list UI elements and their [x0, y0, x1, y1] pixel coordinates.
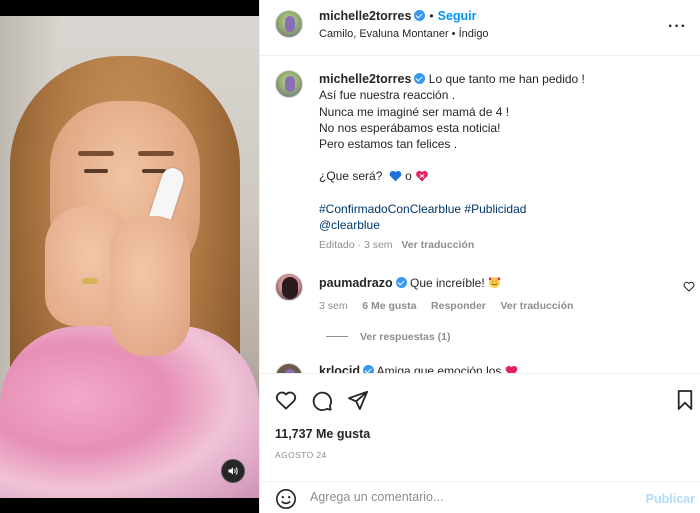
post-header: michelle2torres • Seguir Camilo, Evaluna M…	[260, 0, 700, 56]
caption-username[interactable]: michelle2torres	[319, 72, 411, 86]
audio-location-line[interactable]: Camilo, Evaluna Montaner • Índigo	[319, 28, 489, 40]
post-detail-panel: michelle2torres • Seguir Camilo, Evaluna M…	[259, 0, 700, 513]
verified-badge-icon	[414, 10, 426, 21]
comment-username[interactable]: krlocid	[319, 364, 360, 373]
author-line: michelle2torres • Seguir	[319, 9, 477, 23]
speaker-icon	[228, 467, 238, 475]
video-frame[interactable]	[0, 16, 259, 498]
caption-line: Pero estamos tan felices .	[319, 137, 458, 152]
likes-count[interactable]: 11,737 Me gusta	[275, 427, 370, 441]
heart-with-ribbon-icon	[416, 171, 428, 182]
comment-meta: 3 sem 6 Me gusta Responder Ver traducció…	[319, 300, 573, 312]
post-media[interactable]	[0, 0, 259, 513]
caption-line: Lo que tanto me han pedido !	[428, 72, 585, 86]
caption-hashtags[interactable]: #ConfirmadoConClearblue #Publicidad	[319, 201, 679, 217]
comment-likes[interactable]: 6 Me gusta	[362, 300, 416, 312]
blue-heart-icon	[389, 171, 402, 182]
add-comment-bar: Publicar	[260, 481, 700, 513]
commenter-avatar[interactable]	[275, 363, 303, 373]
smiling-face-with-hearts-icon	[488, 277, 501, 288]
verified-badge-icon	[395, 277, 407, 288]
follow-button[interactable]: Seguir	[438, 9, 477, 23]
red-heart-icon	[505, 365, 518, 373]
caption-mention[interactable]: @clearblue	[319, 217, 679, 233]
see-translation-link[interactable]: Ver traducción	[500, 300, 573, 312]
sound-toggle-button[interactable]	[221, 459, 245, 483]
verified-badge-icon	[363, 365, 374, 373]
caption-avatar[interactable]	[275, 70, 303, 98]
replies-divider	[326, 336, 348, 337]
comment-input[interactable]	[310, 490, 630, 504]
author-username[interactable]: michelle2torres	[319, 9, 411, 23]
comment-username[interactable]: paumadrazo	[319, 276, 393, 290]
post-date: AGOSTO 24	[275, 450, 327, 460]
reply-button[interactable]: Responder	[431, 300, 486, 312]
right-brow	[138, 151, 174, 156]
comment-text: Que increíble!	[409, 276, 485, 290]
save-bookmark-icon[interactable]	[676, 390, 694, 410]
commenter-avatar[interactable]	[275, 273, 303, 301]
emoji-picker-icon[interactable]	[275, 488, 297, 510]
caption-line: Así fue nuestra reacción .	[319, 88, 456, 103]
left-eye	[84, 169, 108, 173]
view-replies-button[interactable]: Ver respuestas (1)	[326, 331, 450, 343]
comment-item: krlocid Amiga que emoción los	[319, 364, 518, 373]
more-options-icon[interactable]: ···	[668, 18, 687, 36]
publish-comment-button[interactable]: Publicar	[646, 492, 695, 506]
see-translation-link[interactable]: Ver traducción	[401, 239, 474, 251]
like-comment-heart-icon[interactable]	[683, 281, 695, 292]
like-heart-icon[interactable]	[275, 390, 297, 410]
caption-question: ¿Que será?	[319, 169, 383, 184]
caption-line: Nunca me imaginé ser mamá de 4 !	[319, 104, 510, 119]
share-paper-plane-icon[interactable]	[347, 390, 369, 410]
right-hand	[110, 216, 190, 356]
comment-text: Amiga que emoción los	[376, 364, 502, 373]
comment-item: paumadrazo Que increíble!	[319, 276, 501, 290]
post-caption: michelle2torres Lo que tanto me han pedi…	[319, 71, 679, 254]
caption-line: No nos esperábamos esta noticia!	[319, 120, 501, 135]
left-brow	[78, 151, 114, 156]
author-avatar[interactable]	[275, 10, 303, 38]
comments-section[interactable]: michelle2torres Lo que tanto me han pedi…	[260, 57, 700, 373]
edited-timestamp: Editado · 3 sem	[319, 239, 393, 252]
verified-badge-icon	[414, 73, 426, 84]
comment-time: 3 sem	[319, 300, 348, 312]
ring	[82, 278, 98, 284]
post-actions: 11,737 Me gusta AGOSTO 24 Publicar	[260, 373, 700, 513]
comment-bubble-icon[interactable]	[311, 390, 333, 412]
